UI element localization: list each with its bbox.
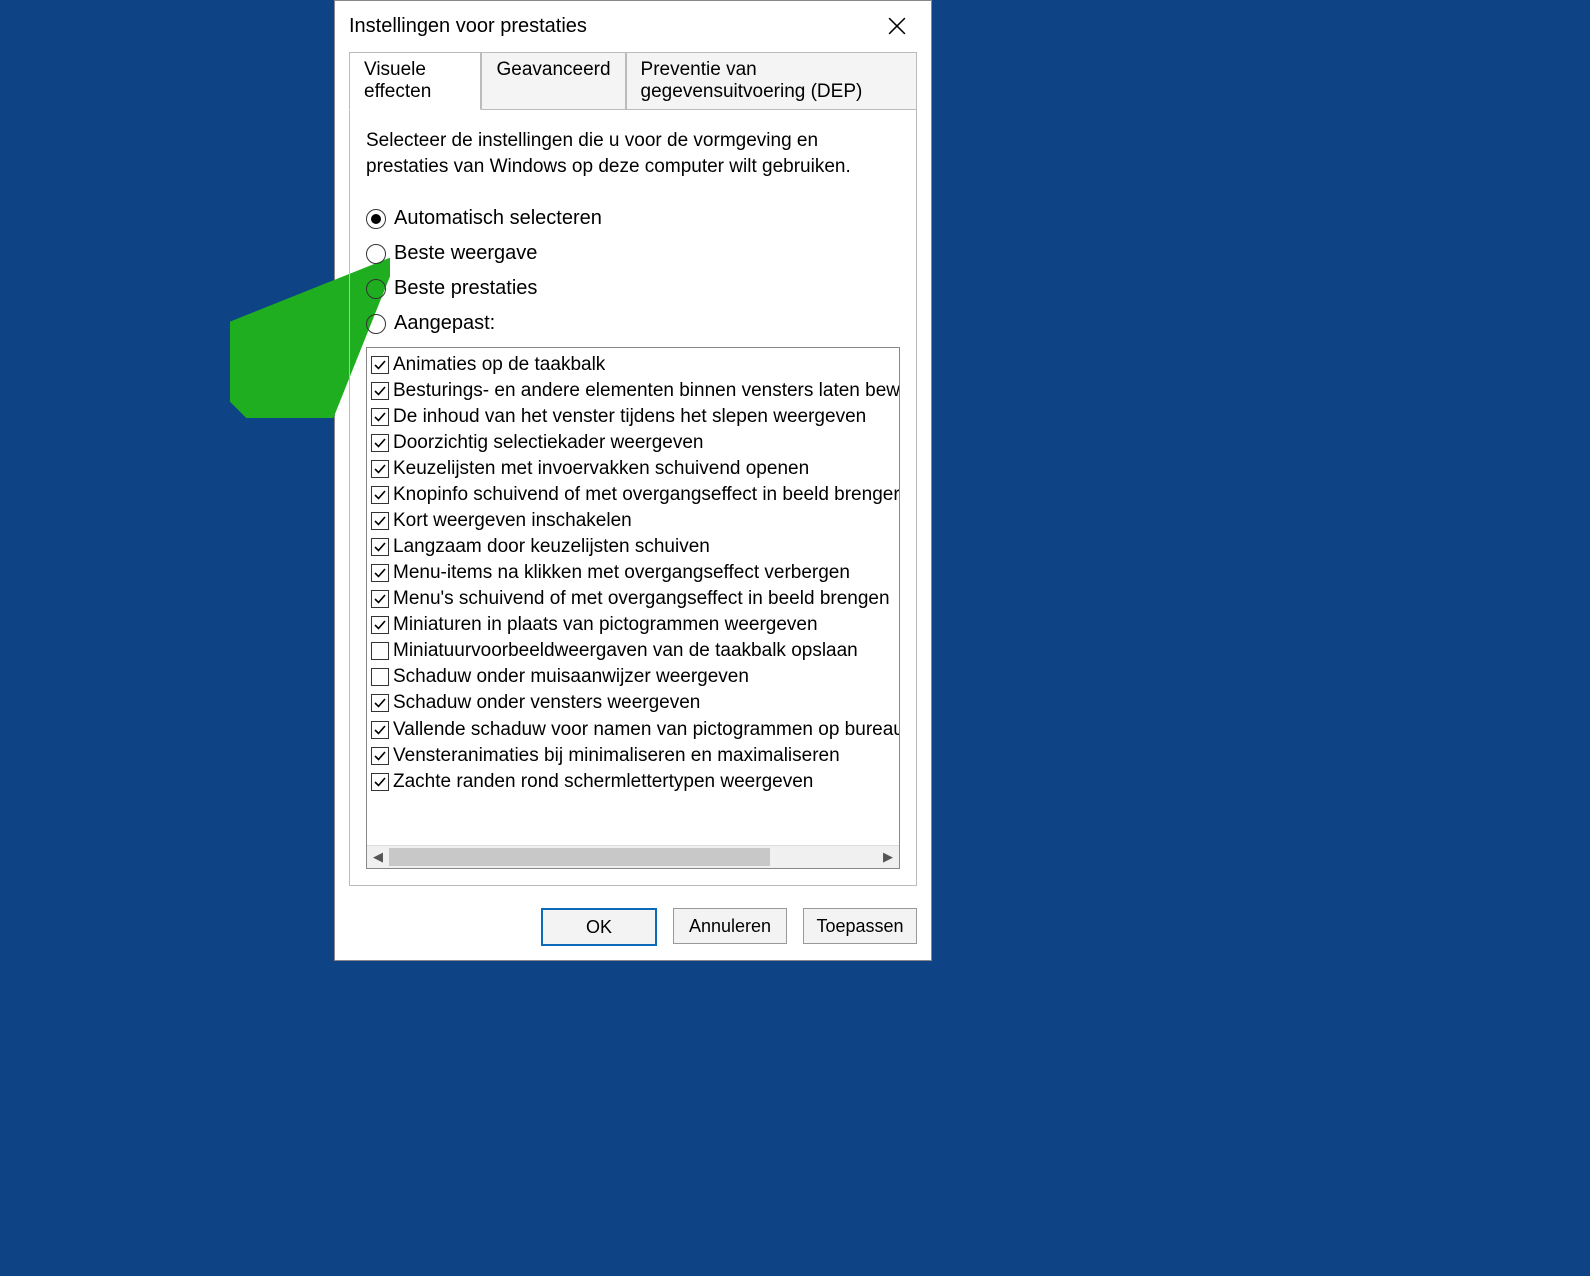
list-item[interactable]: Menu-items na klikken met overgangseffec… — [371, 560, 899, 586]
checkbox-icon — [371, 747, 389, 765]
tab-1[interactable]: Geavanceerd — [481, 52, 625, 110]
radio-icon — [366, 244, 386, 264]
list-item[interactable]: Vensteranimaties bij minimaliseren en ma… — [371, 743, 899, 769]
checkbox-icon — [371, 356, 389, 374]
tab-2[interactable]: Preventie van gegevensuitvoering (DEP) — [626, 52, 917, 110]
window-title: Instellingen voor prestaties — [349, 15, 877, 38]
checkbox-icon — [371, 616, 389, 634]
checkbox-icon — [371, 773, 389, 791]
radio-icon — [366, 209, 386, 229]
checkbox-icon — [371, 408, 389, 426]
scroll-track[interactable] — [389, 846, 877, 868]
radio-label: Automatisch selecteren — [394, 207, 602, 230]
list-item-label: Kort weergeven inschakelen — [393, 508, 632, 534]
list-item-label: Keuzelijsten met invoervakken schuivend … — [393, 456, 809, 482]
titlebar: Instellingen voor prestaties — [335, 1, 931, 51]
list-item-label: Zachte randen rond schermlettertypen wee… — [393, 769, 813, 795]
list-item[interactable]: Besturings- en andere elementen binnen v… — [371, 378, 899, 404]
checkbox-icon — [371, 382, 389, 400]
tab-0[interactable]: Visuele effecten — [349, 52, 481, 110]
list-item[interactable]: Schaduw onder muisaanwijzer weergeven — [371, 664, 899, 690]
close-button[interactable] — [877, 6, 917, 46]
list-item[interactable]: Langzaam door keuzelijsten schuiven — [371, 534, 899, 560]
list-item[interactable]: Zachte randen rond schermlettertypen wee… — [371, 769, 899, 795]
radio-label: Beste weergave — [394, 242, 537, 265]
checkbox-icon — [371, 486, 389, 504]
list-item[interactable]: Vallende schaduw voor namen van pictogra… — [371, 717, 899, 743]
list-item[interactable]: Keuzelijsten met invoervakken schuivend … — [371, 456, 899, 482]
list-item-label: Vensteranimaties bij minimaliseren en ma… — [393, 743, 840, 769]
list-item[interactable]: Miniaturen in plaats van pictogrammen we… — [371, 612, 899, 638]
checkbox-icon — [371, 694, 389, 712]
visual-effects-listbox: Animaties op de taakbalkBesturings- en a… — [366, 347, 900, 869]
radio-option-0[interactable]: Automatisch selecteren — [366, 207, 900, 230]
list-item-label: Doorzichtig selectiekader weergeven — [393, 430, 704, 456]
radio-icon — [366, 314, 386, 334]
list-item-label: Schaduw onder muisaanwijzer weergeven — [393, 664, 749, 690]
list-item-label: Besturings- en andere elementen binnen v… — [393, 378, 899, 404]
radio-option-2[interactable]: Beste prestaties — [366, 277, 900, 300]
list-item[interactable]: Miniatuurvoorbeeldweergaven van de taakb… — [371, 638, 899, 664]
list-item-label: Schaduw onder vensters weergeven — [393, 690, 700, 716]
list-item-label: De inhoud van het venster tijdens het sl… — [393, 404, 866, 430]
checkbox-icon — [371, 512, 389, 530]
checkbox-icon — [371, 564, 389, 582]
checkbox-icon — [371, 434, 389, 452]
scroll-thumb[interactable] — [389, 848, 770, 866]
list-item-label: Menu's schuivend of met overgangseffect … — [393, 586, 890, 612]
list-item[interactable]: Menu's schuivend of met overgangseffect … — [371, 586, 899, 612]
list-item-label: Vallende schaduw voor namen van pictogra… — [393, 717, 899, 743]
dialog-button-row: OK Annuleren Toepassen — [335, 898, 931, 960]
radio-label: Aangepast: — [394, 312, 495, 335]
checkbox-icon — [371, 642, 389, 660]
checkbox-icon — [371, 721, 389, 739]
apply-button[interactable]: Toepassen — [803, 908, 917, 944]
list-item[interactable]: Knopinfo schuivend of met overgangseffec… — [371, 482, 899, 508]
tab-strip: Visuele effectenGeavanceerdPreventie van… — [349, 52, 917, 110]
radio-icon — [366, 279, 386, 299]
tab-panel-visual-effects: Selecteer de instellingen die u voor de … — [349, 109, 917, 886]
horizontal-scrollbar[interactable]: ◀ ▶ — [367, 845, 899, 868]
list-item[interactable]: Kort weergeven inschakelen — [371, 508, 899, 534]
checkbox-icon — [371, 668, 389, 686]
list-item[interactable]: Schaduw onder vensters weergeven — [371, 690, 899, 716]
checkbox-icon — [371, 460, 389, 478]
list-item-label: Miniatuurvoorbeeldweergaven van de taakb… — [393, 638, 858, 664]
list-item-label: Miniaturen in plaats van pictogrammen we… — [393, 612, 818, 638]
scroll-left-arrow[interactable]: ◀ — [367, 846, 389, 868]
cancel-button[interactable]: Annuleren — [673, 908, 787, 944]
radio-option-1[interactable]: Beste weergave — [366, 242, 900, 265]
list-item-label: Knopinfo schuivend of met overgangseffec… — [393, 482, 899, 508]
list-item-label: Menu-items na klikken met overgangseffec… — [393, 560, 850, 586]
ok-button[interactable]: OK — [541, 908, 657, 946]
close-icon — [888, 17, 906, 35]
performance-options-dialog: Instellingen voor prestaties Visuele eff… — [334, 0, 932, 961]
radio-label: Beste prestaties — [394, 277, 537, 300]
list-item[interactable]: Animaties op de taakbalk — [371, 352, 899, 378]
radio-option-3[interactable]: Aangepast: — [366, 312, 900, 335]
radio-group: Automatisch selecteren Beste weergave Best… — [366, 207, 900, 335]
list-item-label: Animaties op de taakbalk — [393, 352, 605, 378]
list-item-label: Langzaam door keuzelijsten schuiven — [393, 534, 710, 560]
checkbox-icon — [371, 538, 389, 556]
description-text: Selecteer de instellingen die u voor de … — [366, 128, 900, 179]
list-item[interactable]: De inhoud van het venster tijdens het sl… — [371, 404, 899, 430]
list-item[interactable]: Doorzichtig selectiekader weergeven — [371, 430, 899, 456]
scroll-right-arrow[interactable]: ▶ — [877, 846, 899, 868]
list-items: Animaties op de taakbalkBesturings- en a… — [367, 348, 899, 845]
checkbox-icon — [371, 590, 389, 608]
